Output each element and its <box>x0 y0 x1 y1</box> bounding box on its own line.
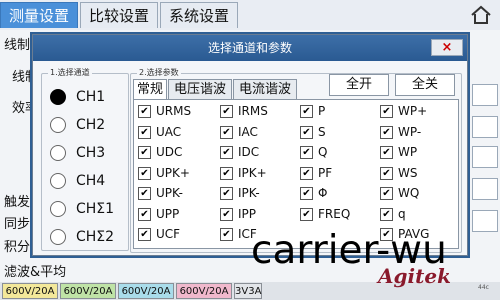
param-label: WQ <box>398 186 420 200</box>
checkbox-checked-icon: ✔ <box>138 228 151 241</box>
param-label: Q <box>318 145 328 159</box>
param-label: FREQ <box>318 206 351 221</box>
param-label: IAC <box>238 124 258 139</box>
bg-label-trigger: 触发 <box>4 195 31 210</box>
checkbox-checked-icon: ✔ <box>220 125 233 139</box>
checkbox-checked-icon: ✔ <box>300 105 313 118</box>
checkbox-checked-icon: ✔ <box>220 187 233 200</box>
channel-label: CHΣ2 <box>76 229 115 245</box>
dialog-title: 选择通道和参数 <box>33 35 467 61</box>
checkbox-checked-icon: ✔ <box>380 166 393 180</box>
tab-system-settings[interactable]: 系统设置 <box>160 2 238 28</box>
bg-label-filter-avg: 滤波&平均 <box>4 265 67 280</box>
param-tab-current-harmonics[interactable]: 电流谐波 <box>233 79 297 99</box>
param-label: WS <box>398 165 418 180</box>
checkbox-checked-icon: ✔ <box>380 125 393 139</box>
checkbox-checked-icon: ✔ <box>380 187 393 200</box>
status-ch1-range: 600V/20A <box>2 283 58 299</box>
param-label: WP+ <box>398 104 428 118</box>
checkbox-checked-icon: ✔ <box>138 187 151 200</box>
checkbox-checked-icon: ✔ <box>220 146 233 159</box>
param-label: UAC <box>156 124 182 139</box>
bg-side-button-3 <box>472 146 498 168</box>
bg-side-button-1 <box>472 84 498 106</box>
radio-selected-icon <box>50 89 66 105</box>
checkbox-checked-icon: ✔ <box>220 105 233 118</box>
radio-unselected-icon <box>50 201 66 217</box>
param-label: URMS <box>156 104 192 118</box>
param-label: UPK+ <box>156 165 190 180</box>
checkbox-checked-icon: ✔ <box>138 105 151 118</box>
checkbox-checked-icon: ✔ <box>300 187 313 200</box>
param-checkbox-grid: ✔ URMS ✔ IRMS ✔ P ✔ WP+ ✔ UAC ✔ IAC ✔ S ✔ WP- ✔ UDC ✔ IDC ✔ Q… <box>133 99 459 249</box>
select-channel-param-dialog: 选择通道和参数 × 1.选择通道 CH1 CH2 CH3 CH4 CHΣ1 CH… <box>32 34 468 256</box>
channel-label: CH4 <box>76 173 106 189</box>
param-label: PF <box>318 165 333 180</box>
checkbox-checked-icon: ✔ <box>300 207 313 221</box>
radio-unselected-icon <box>50 229 66 245</box>
channel-group: 1.选择通道 CH1 CH2 CH3 CH4 CHΣ1 CHΣ2 <box>41 67 129 251</box>
checkbox-checked-icon: ✔ <box>138 207 151 221</box>
home-icon[interactable] <box>470 5 492 25</box>
param-label: WP <box>398 145 418 159</box>
checkbox-checked-icon: ✔ <box>300 125 313 139</box>
channel-label: CH3 <box>76 145 106 161</box>
param-label: UPP <box>156 206 180 221</box>
param-label: S <box>318 124 326 139</box>
param-label: UPK- <box>156 186 183 200</box>
param-label: UCF <box>156 227 181 241</box>
status-ch2-range: 600V/20A <box>60 283 116 299</box>
param-label: P <box>318 104 326 118</box>
checkbox-checked-icon: ✔ <box>138 166 151 180</box>
channel-group-legend: 1.选择通道 <box>48 67 92 78</box>
channel-label: CH2 <box>76 117 106 133</box>
checkbox-checked-icon: ✔ <box>138 125 151 139</box>
brand-logo: Agitek <box>378 264 451 288</box>
channel-label: CH1 <box>76 89 106 105</box>
param-label: IPK+ <box>238 165 267 180</box>
radio-unselected-icon <box>50 173 66 189</box>
bg-side-button-2 <box>472 116 498 138</box>
checkbox-checked-icon: ✔ <box>300 166 313 180</box>
status-sigma-range: 3V3A <box>234 283 262 299</box>
tab-compare-settings[interactable]: 比较设置 <box>80 2 158 28</box>
checkbox-checked-icon: ✔ <box>220 166 233 180</box>
checkbox-checked-icon: ✔ <box>380 207 393 221</box>
checkbox-checked-icon: ✔ <box>380 146 393 159</box>
dialog-close-button[interactable]: × <box>431 39 463 56</box>
param-label: IPK- <box>238 186 260 200</box>
channel-label: CHΣ1 <box>76 201 115 217</box>
status-ch3-range: 600V/20A <box>118 283 174 299</box>
param-label: IRMS <box>238 104 268 118</box>
top-tab-bar: 测量设置 比较设置 系统设置 <box>0 0 500 30</box>
param-label: IDC <box>238 145 260 159</box>
checkbox-checked-icon: ✔ <box>220 207 233 221</box>
bg-side-button-5 <box>472 210 498 232</box>
param-label: IPP <box>238 206 257 221</box>
bg-side-button-4 <box>472 178 498 200</box>
checkbox-checked-icon: ✔ <box>220 228 233 241</box>
param-tab-voltage-harmonics[interactable]: 电压谐波 <box>168 79 232 99</box>
param-label: q <box>398 206 406 221</box>
bg-label-integration: 积分 <box>4 240 31 255</box>
param-label: Φ <box>318 186 328 200</box>
radio-unselected-icon <box>50 145 66 161</box>
select-all-button[interactable]: 全开 <box>329 74 389 96</box>
checkbox-checked-icon: ✔ <box>138 146 151 159</box>
bg-label-wiring: 线制 <box>4 38 31 53</box>
checkbox-checked-icon: ✔ <box>380 105 393 118</box>
status-ch4-range: 600V/20A <box>176 283 232 299</box>
radio-unselected-icon <box>50 117 66 133</box>
param-tab-general[interactable]: 常规 <box>133 79 167 99</box>
tab-measure-settings[interactable]: 测量设置 <box>0 2 78 28</box>
param-group-legend: 2.选择参数 <box>137 67 181 78</box>
checkbox-checked-icon: ✔ <box>300 146 313 159</box>
bg-label-sync: 同步 <box>4 217 31 232</box>
clear-all-button[interactable]: 全关 <box>395 74 455 96</box>
param-label: UDC <box>156 145 183 159</box>
param-label: WP- <box>398 124 422 139</box>
status-tiny-text: 44c <box>478 284 489 291</box>
